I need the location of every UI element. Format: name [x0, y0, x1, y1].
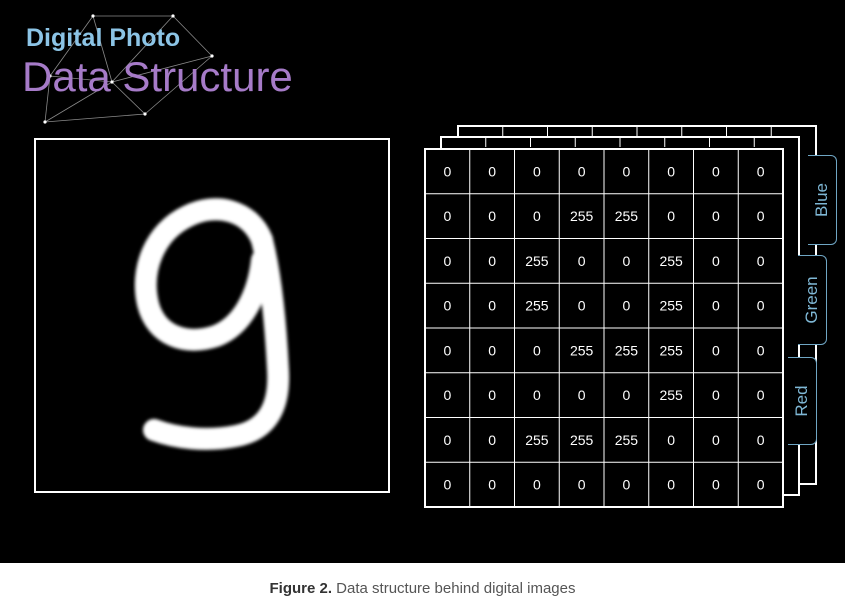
- pixel-value-cell: 255: [525, 298, 549, 314]
- pixel-value-cell: 0: [488, 477, 496, 493]
- pixel-value-cell: 0: [757, 253, 765, 269]
- pixel-value-cell: 255: [615, 432, 639, 448]
- pixel-value-cell: 0: [712, 163, 720, 179]
- pixel-value-cell: 0: [578, 163, 586, 179]
- pixel-value-cell: 0: [443, 208, 451, 224]
- pixel-value-cell: 0: [622, 253, 630, 269]
- pixel-value-cell: 255: [570, 208, 594, 224]
- pixel-value-cell: 0: [533, 342, 541, 358]
- pixel-value-cell: 255: [659, 253, 683, 269]
- pixel-value-cell: 0: [443, 387, 451, 403]
- pixel-value-layers: 0 0 0 0 0 0 0 0 0 0 0 255 255 0 0 0 0 0 255 0 0 255 0 0 0 0 255 0 0 2…: [424, 125, 817, 508]
- channel-label-green: Green: [802, 276, 821, 324]
- pixel-value-cell: 0: [712, 342, 720, 358]
- pixel-value-cell: 0: [443, 298, 451, 314]
- pixel-value-cell: 0: [667, 477, 675, 493]
- pixel-value-cell: 255: [570, 342, 594, 358]
- pixel-value-cell: 255: [525, 253, 549, 269]
- pixel-value-cell: 255: [525, 432, 549, 448]
- channel-label-blue: Blue: [812, 182, 831, 218]
- caption-label: Figure 2.: [269, 580, 333, 597]
- pixel-value-cell: 0: [622, 298, 630, 314]
- pixel-value-cell: 0: [488, 208, 496, 224]
- pixel-value-cell: 0: [712, 432, 720, 448]
- pixel-value-cell: 0: [533, 163, 541, 179]
- pixel-value-cell: 255: [659, 387, 683, 403]
- pixel-value-cell: 0: [757, 163, 765, 179]
- pixel-value-cell: 0: [757, 477, 765, 493]
- pixel-value-cell: 0: [712, 387, 720, 403]
- pixel-value-cell: 0: [667, 208, 675, 224]
- pixel-value-cell: 255: [659, 342, 683, 358]
- figure-caption: Figure 2. Data structure behind digital …: [0, 580, 845, 597]
- pixel-value-cell: 0: [757, 387, 765, 403]
- pixel-value-cell: 0: [443, 432, 451, 448]
- pixel-value-cell: 0: [622, 387, 630, 403]
- pixel-value-cell: 0: [443, 163, 451, 179]
- pixel-value-cell: 0: [488, 298, 496, 314]
- caption-text: Data structure behind digital images: [332, 580, 576, 597]
- pixel-value-cell: 255: [615, 208, 639, 224]
- pixel-value-cell: 0: [667, 432, 675, 448]
- pixel-value-cell: 0: [488, 432, 496, 448]
- pixel-value-cell: 0: [712, 253, 720, 269]
- pixel-value-cell: 0: [667, 163, 675, 179]
- pixel-value-cell: 0: [443, 477, 451, 493]
- pixel-value-cell: 0: [712, 298, 720, 314]
- diagram-panel: Digital Photo Data Structure 00000000000…: [0, 0, 845, 563]
- pixel-value-cell: 0: [757, 298, 765, 314]
- pixel-value-cell: 0: [443, 342, 451, 358]
- pixel-value-cell: 0: [757, 432, 765, 448]
- pixel-value-cell: 0: [622, 163, 630, 179]
- pixel-value-cell: 0: [578, 253, 586, 269]
- channel-tab-green[interactable]: Green: [798, 255, 827, 345]
- pixel-value-cell: 0: [757, 208, 765, 224]
- pixel-value-cell: 0: [488, 253, 496, 269]
- pixel-value-cell: 0: [712, 208, 720, 224]
- pixel-value-cell: 0: [578, 387, 586, 403]
- channel-tab-blue[interactable]: Blue: [808, 155, 837, 245]
- pixel-value-cell: 0: [622, 477, 630, 493]
- pixel-value-cell: 255: [615, 342, 639, 358]
- pixel-value-cell: 0: [443, 253, 451, 269]
- red-channel-grid: 0 0 0 0 0 0 0 0 0 0 0 255 255 0 0 0 0 0 255 0 0 255 0 0 0 0 255 0 0 2…: [424, 148, 784, 508]
- pixel-value-cell: 0: [712, 477, 720, 493]
- pixel-value-cell: 0: [533, 477, 541, 493]
- pixel-value-cell: 0: [533, 387, 541, 403]
- pixel-value-cell: 0: [578, 298, 586, 314]
- pixel-value-cell: 0: [488, 387, 496, 403]
- pixel-value-cell: 0: [488, 342, 496, 358]
- pixel-value-cell: 0: [757, 342, 765, 358]
- pixel-value-cell: 255: [659, 298, 683, 314]
- pixel-value-cell: 0: [533, 208, 541, 224]
- channel-label-red: Red: [792, 385, 811, 417]
- pixel-value-cell: 0: [578, 477, 586, 493]
- channel-tab-red[interactable]: Red: [788, 357, 817, 445]
- pixel-value-cell: 0: [488, 163, 496, 179]
- pixel-value-cell: 255: [570, 432, 594, 448]
